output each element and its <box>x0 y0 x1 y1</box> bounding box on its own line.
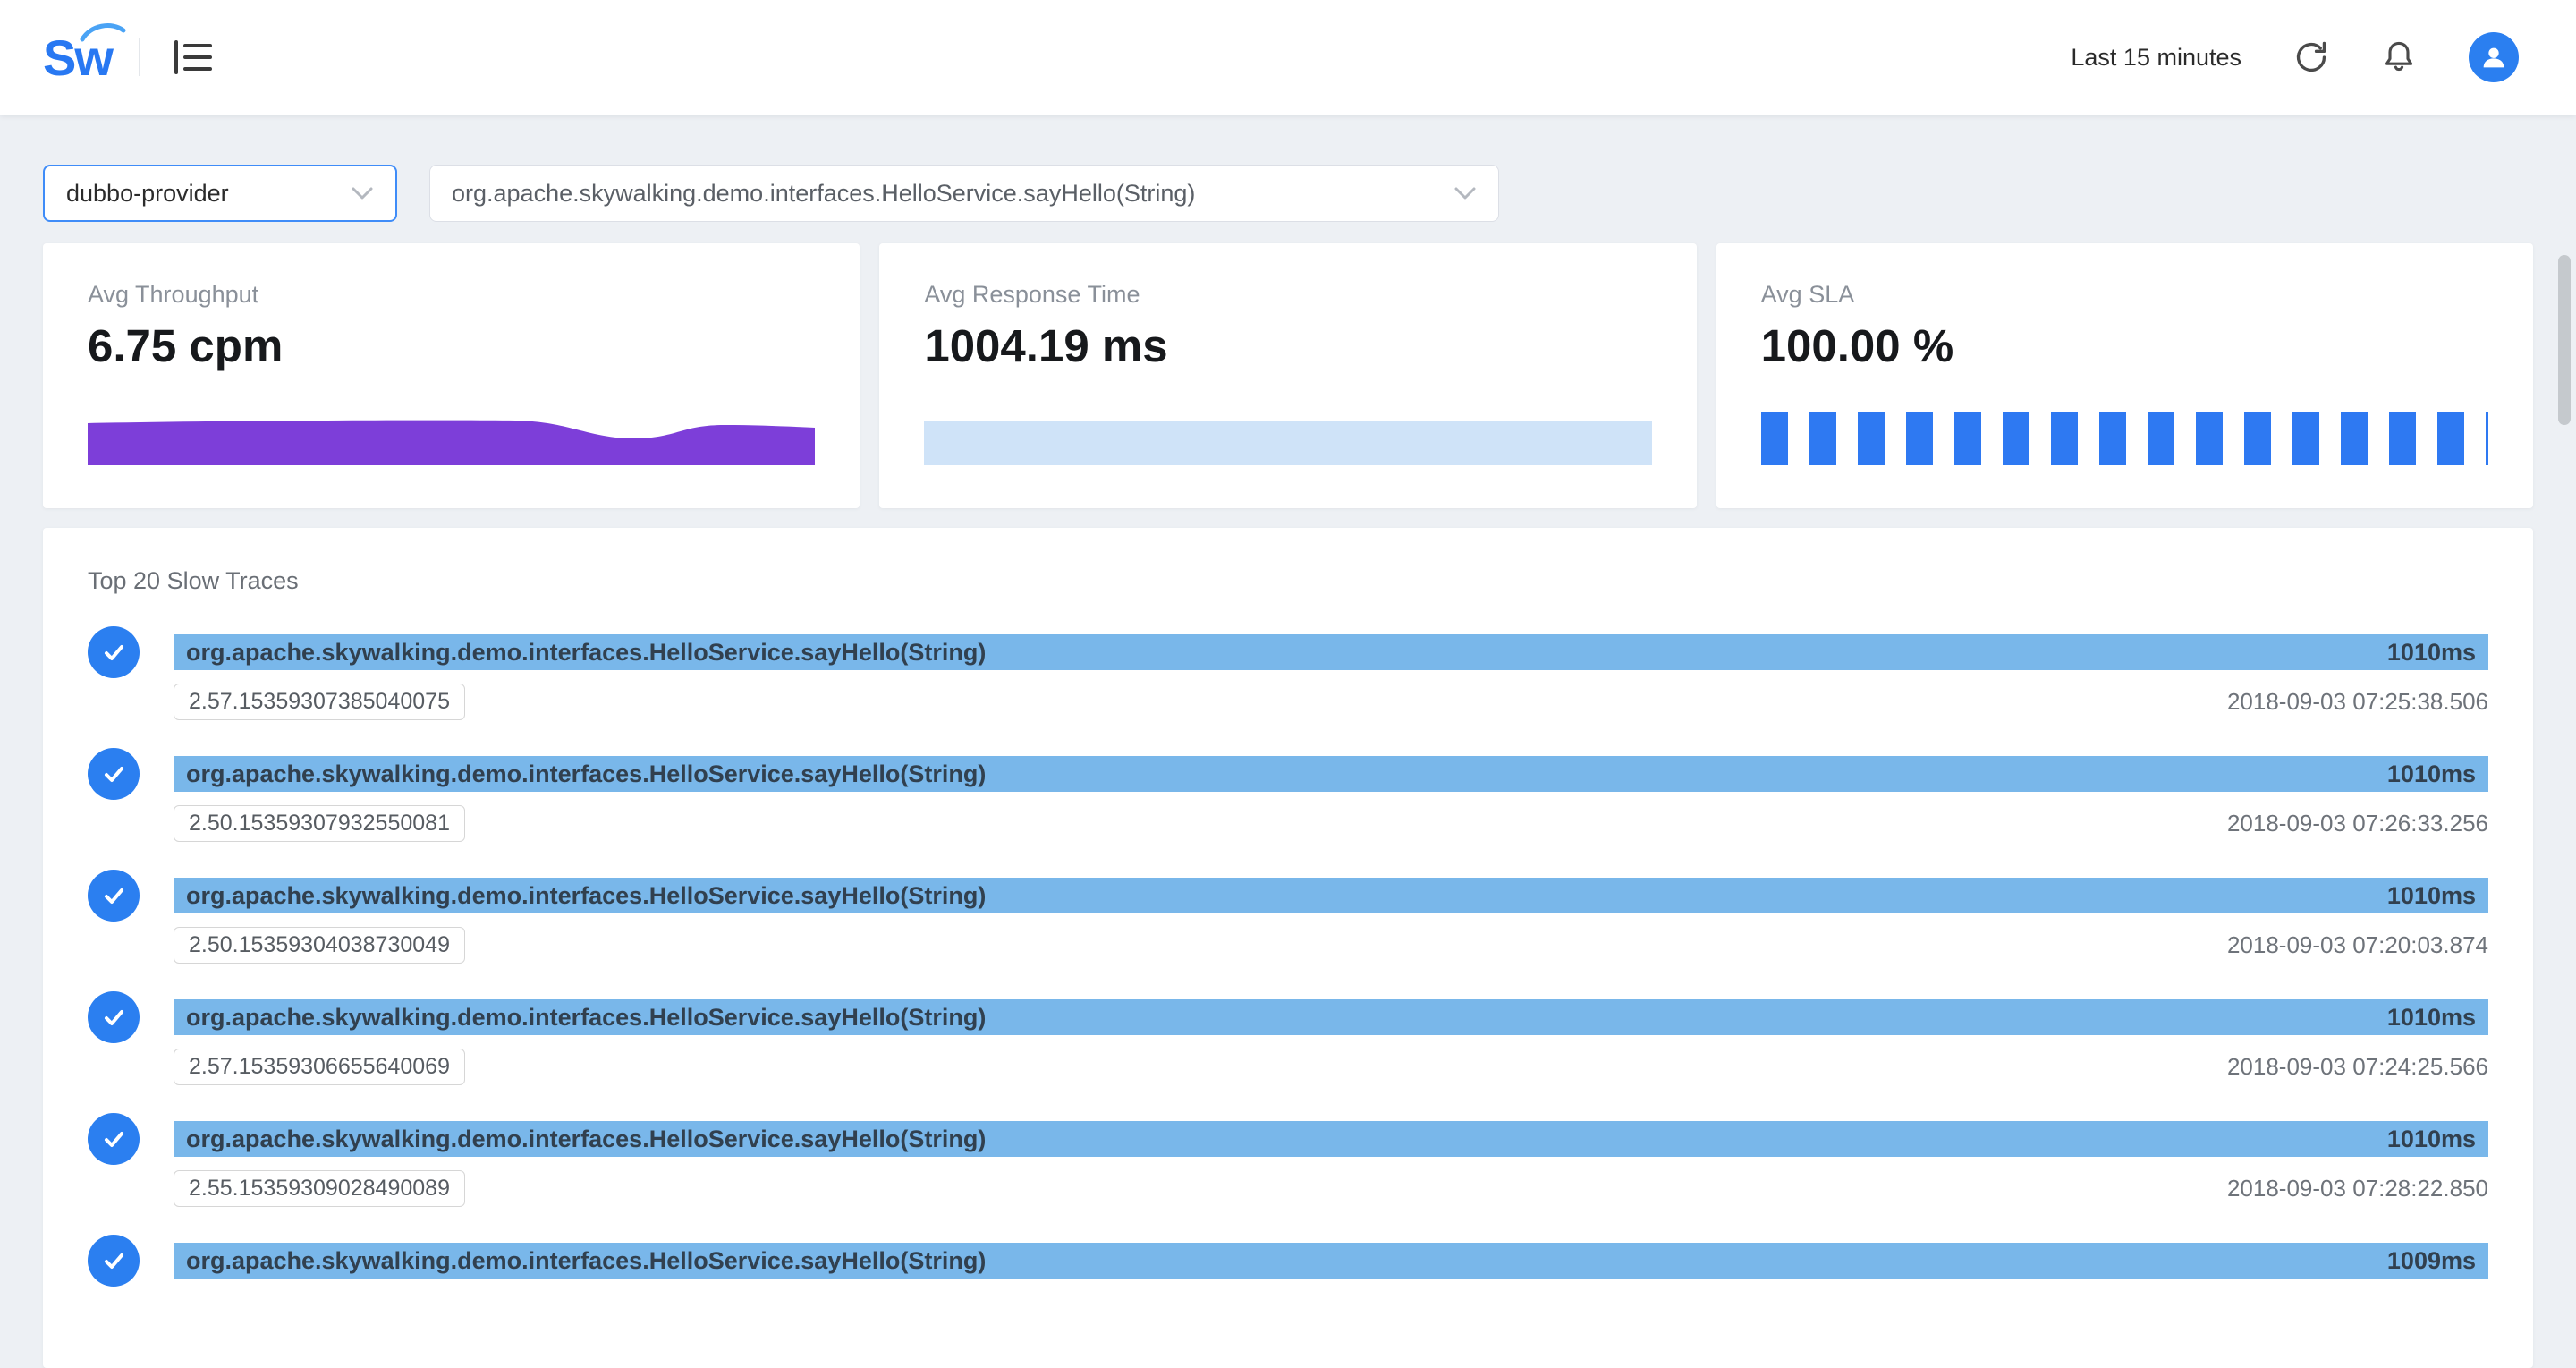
trace-id-chip: 2.55.15359309028490089 <box>174 1170 465 1207</box>
trace-duration: 1010ms <box>2387 639 2476 667</box>
metric-value: 6.75 cpm <box>88 319 815 372</box>
trace-endpoint: org.apache.skywalking.demo.interfaces.He… <box>186 639 986 667</box>
trace-id-chip: 2.50.15359304038730049 <box>174 927 465 964</box>
check-circle-icon <box>88 991 140 1043</box>
trace-duration: 1010ms <box>2387 882 2476 910</box>
trace-timestamp: 2018-09-03 07:25:38.506 <box>2227 688 2488 716</box>
vertical-scrollbar-thumb[interactable] <box>2558 255 2571 425</box>
trace-duration-bar[interactable]: org.apache.skywalking.demo.interfaces.He… <box>174 1243 2488 1279</box>
check-circle-icon <box>88 1113 140 1165</box>
skywalking-dashboard: Sw Last 15 minutes <box>0 0 2576 1368</box>
service-select-value: dubbo-provider <box>66 180 229 208</box>
metric-value: 100.00 % <box>1761 319 2488 372</box>
trace-timestamp: 2018-09-03 07:24:25.566 <box>2227 1053 2488 1081</box>
check-circle-icon <box>88 748 140 800</box>
trace-duration-bar[interactable]: org.apache.skywalking.demo.interfaces.He… <box>174 756 2488 792</box>
trace-meta: 2.57.15359306655640069 2018-09-03 07:24:… <box>174 1049 2488 1085</box>
sla-bar-sparkline <box>1761 412 2488 465</box>
trace-id-chip: 2.57.15359306655640069 <box>174 1049 465 1085</box>
metric-label: Avg SLA <box>1761 281 2488 309</box>
trace-duration: 1010ms <box>2387 760 2476 788</box>
user-icon <box>2479 42 2509 72</box>
metric-label: Avg Throughput <box>88 281 815 309</box>
trace-row[interactable]: org.apache.skywalking.demo.interfaces.He… <box>88 878 2488 964</box>
panel-title: Top 20 Slow Traces <box>88 567 2488 595</box>
service-select[interactable]: dubbo-provider <box>43 165 397 222</box>
trace-duration: 1009ms <box>2387 1247 2476 1275</box>
slow-traces-panel: Top 20 Slow Traces org.apache.skywalking… <box>43 528 2533 1368</box>
trace-row[interactable]: org.apache.skywalking.demo.interfaces.He… <box>88 634 2488 720</box>
check-circle-icon <box>88 626 140 678</box>
metric-label: Avg Response Time <box>924 281 1651 309</box>
check-circle-icon <box>88 870 140 922</box>
trace-duration-bar[interactable]: org.apache.skywalking.demo.interfaces.He… <box>174 634 2488 670</box>
endpoint-select-value: org.apache.skywalking.demo.interfaces.He… <box>452 180 1195 208</box>
avg-response-time-card: Avg Response Time 1004.19 ms <box>879 243 1696 508</box>
app-header: Sw Last 15 minutes <box>0 0 2576 115</box>
trace-endpoint: org.apache.skywalking.demo.interfaces.He… <box>186 882 986 910</box>
filter-toolbar: dubbo-provider org.apache.skywalking.dem… <box>0 115 2576 222</box>
bell-icon[interactable] <box>2381 39 2417 75</box>
trace-endpoint: org.apache.skywalking.demo.interfaces.He… <box>186 760 986 788</box>
trace-meta: 2.55.15359309028490089 2018-09-03 07:28:… <box>174 1170 2488 1207</box>
trace-meta: 2.50.15359307932550081 2018-09-03 07:26:… <box>174 805 2488 842</box>
avg-sla-card: Avg SLA 100.00 % <box>1716 243 2533 508</box>
header-right: Last 15 minutes <box>2071 32 2519 82</box>
logo-divider <box>139 38 140 76</box>
trace-row[interactable]: org.apache.skywalking.demo.interfaces.He… <box>88 999 2488 1085</box>
trace-timestamp: 2018-09-03 07:20:03.874 <box>2227 931 2488 959</box>
throughput-sparkline <box>88 412 815 465</box>
trace-duration: 1010ms <box>2387 1004 2476 1032</box>
trace-meta: 2.57.15359307385040075 2018-09-03 07:25:… <box>174 684 2488 720</box>
logo-swirl-icon <box>80 21 126 45</box>
skywalking-logo[interactable]: Sw <box>43 29 112 87</box>
endpoint-select[interactable]: org.apache.skywalking.demo.interfaces.He… <box>429 165 1499 222</box>
user-avatar[interactable] <box>2469 32 2519 82</box>
trace-duration-bar[interactable]: org.apache.skywalking.demo.interfaces.He… <box>174 878 2488 913</box>
time-range-selector[interactable]: Last 15 minutes <box>2071 44 2241 72</box>
trace-row[interactable]: org.apache.skywalking.demo.interfaces.He… <box>88 1243 2488 1279</box>
trace-duration-bar[interactable]: org.apache.skywalking.demo.interfaces.He… <box>174 1121 2488 1157</box>
header-left: Sw <box>43 29 214 87</box>
trace-endpoint: org.apache.skywalking.demo.interfaces.He… <box>186 1126 986 1153</box>
trace-timestamp: 2018-09-03 07:28:22.850 <box>2227 1175 2488 1202</box>
trace-row[interactable]: org.apache.skywalking.demo.interfaces.He… <box>88 756 2488 842</box>
trace-meta: 2.50.15359304038730049 2018-09-03 07:20:… <box>174 927 2488 964</box>
chevron-down-icon <box>1453 186 1477 200</box>
trace-duration: 1010ms <box>2387 1126 2476 1153</box>
trace-endpoint: org.apache.skywalking.demo.interfaces.He… <box>186 1247 986 1275</box>
trace-row[interactable]: org.apache.skywalking.demo.interfaces.He… <box>88 1121 2488 1207</box>
metric-cards: Avg Throughput 6.75 cpm Avg Response Tim… <box>0 222 2576 508</box>
menu-fold-icon[interactable] <box>173 39 214 75</box>
trace-endpoint: org.apache.skywalking.demo.interfaces.He… <box>186 1004 986 1032</box>
trace-duration-bar[interactable]: org.apache.skywalking.demo.interfaces.He… <box>174 999 2488 1035</box>
avg-throughput-card: Avg Throughput 6.75 cpm <box>43 243 860 508</box>
check-circle-icon <box>88 1235 140 1287</box>
response-time-sparkline <box>924 421 1651 465</box>
trace-timestamp: 2018-09-03 07:26:33.256 <box>2227 810 2488 837</box>
trace-id-chip: 2.50.15359307932550081 <box>174 805 465 842</box>
metric-value: 1004.19 ms <box>924 319 1651 372</box>
refresh-icon[interactable] <box>2293 39 2329 75</box>
chevron-down-icon <box>351 186 374 200</box>
trace-id-chip: 2.57.15359307385040075 <box>174 684 465 720</box>
